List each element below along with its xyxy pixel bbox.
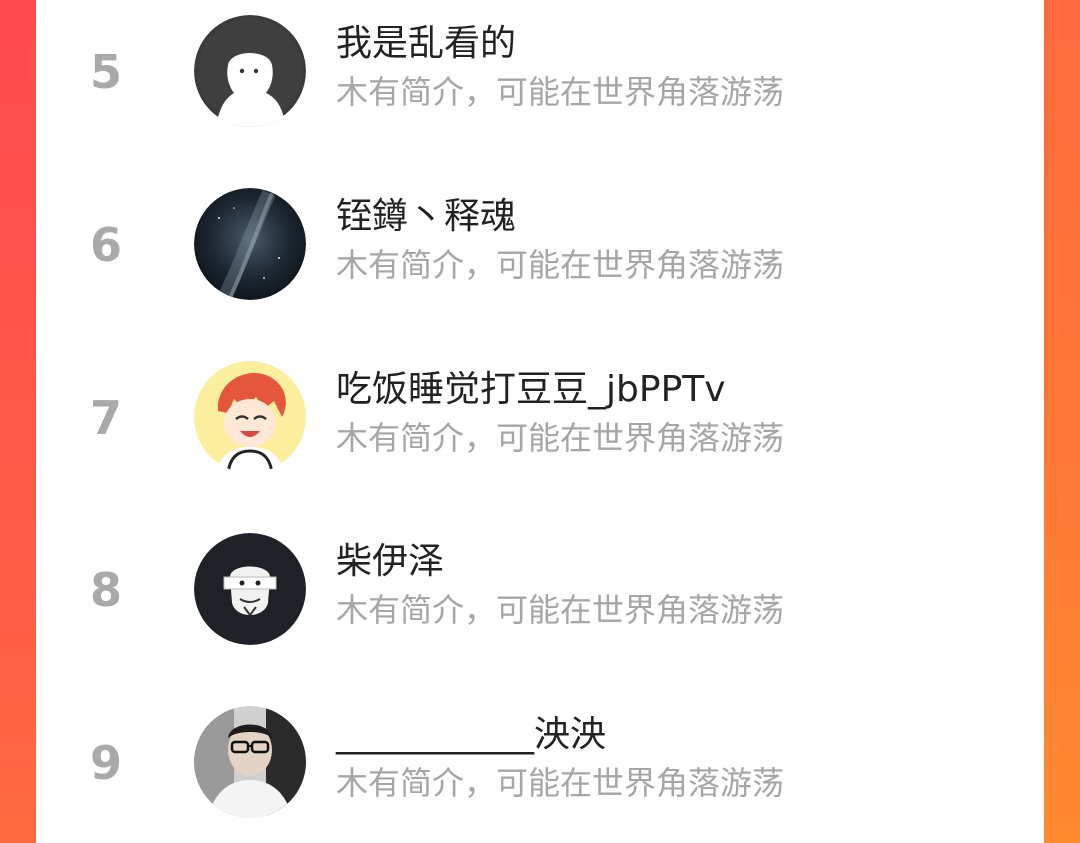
rank-number: 6 <box>89 218 122 272</box>
leaderboard-row[interactable]: 7 吃饭睡觉打豆豆_jbPPTv 木有简介，可能在世界角落游荡 <box>36 350 1044 473</box>
user-bio: 木有简介，可能在世界角落游荡 <box>336 419 785 457</box>
mask-avatar-icon[interactable] <box>194 533 306 645</box>
leaderboard-row[interactable]: 9 ___________泱泱 木有简介，可能在世界角落游荡 <box>36 695 1044 818</box>
user-name[interactable]: 吃饭睡觉打豆豆_jbPPTv <box>336 366 726 414</box>
rank-number: 7 <box>89 391 122 445</box>
user-name[interactable]: 柴伊泽 <box>336 538 444 586</box>
galaxy-avatar-icon[interactable] <box>194 188 306 300</box>
leaderboard-row[interactable]: 8 柴伊泽 木有简介，可能在世界角落游荡 <box>36 522 1044 645</box>
user-bio: 木有简介，可能在世界角落游荡 <box>336 764 785 802</box>
user-bio: 木有简介，可能在世界角落游荡 <box>336 246 785 284</box>
right-accent-edge <box>1044 0 1080 843</box>
rank-number: 9 <box>89 736 122 790</box>
rank-number: 8 <box>89 563 122 617</box>
user-bio: 木有简介，可能在世界角落游荡 <box>336 73 785 111</box>
leaderboard-row[interactable]: 6 铚鐏丶释魂 木有简介，可能在世界角落游荡 <box>36 177 1044 300</box>
photo-avatar-icon[interactable] <box>194 706 306 818</box>
leaderboard-row[interactable]: 5 我是乱看的 木有简介，可能在世界角落游荡 <box>36 4 1044 127</box>
left-accent-edge <box>0 0 36 843</box>
user-bio: 木有简介，可能在世界角落游荡 <box>336 591 785 629</box>
user-name[interactable]: 铚鐏丶释魂 <box>336 193 516 241</box>
user-name[interactable]: 我是乱看的 <box>336 20 516 68</box>
leaderboard-panel: 5 我是乱看的 木有简介，可能在世界角落游荡 6 铚鐏丶释魂 木有简介，可能在世… <box>36 0 1044 843</box>
ghost-avatar-icon[interactable] <box>194 15 306 127</box>
anime-boy-avatar-icon[interactable] <box>194 361 306 473</box>
user-name[interactable]: ___________泱泱 <box>336 711 606 759</box>
rank-number: 5 <box>89 45 122 99</box>
